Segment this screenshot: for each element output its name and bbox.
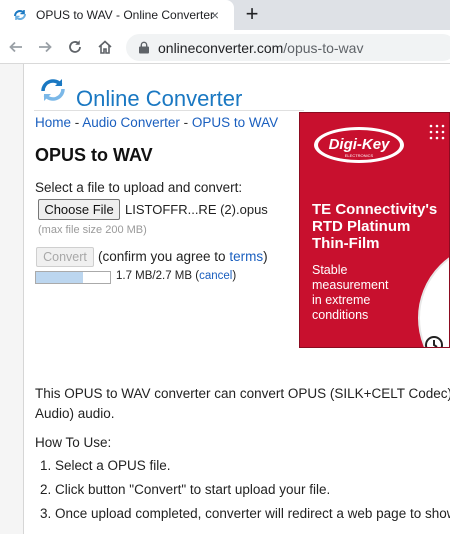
- cancel-upload-link[interactable]: cancel: [199, 270, 232, 282]
- refresh-logo-icon: [41, 79, 65, 101]
- browser-toolbar: onlineconverter.com/opus-to-wav: [0, 30, 450, 64]
- tab-close-icon[interactable]: ×: [206, 6, 224, 24]
- upload-progress-text: 1.7 MB/2.7 MB (cancel): [116, 270, 236, 282]
- url-domain: onlineconverter.com: [158, 40, 284, 56]
- reload-icon[interactable]: [64, 36, 86, 58]
- tab-strip: OPUS to WAV - Online Converter × +: [0, 0, 450, 30]
- choose-file-button[interactable]: Choose File: [38, 199, 120, 220]
- confirm-suffix: ): [263, 249, 268, 264]
- ad-brand-text: Digi-Key: [329, 136, 391, 153]
- advertisement-banner[interactable]: Digi-Key ELECTRONICS TE Connectivity's R…: [299, 112, 450, 348]
- ad-body-line: measurement: [312, 278, 389, 292]
- ad-body-line: Stable: [312, 263, 348, 277]
- breadcrumb-audio-link[interactable]: Audio Converter: [82, 115, 180, 130]
- list-item: 2. Click button "Convert" to start uploa…: [40, 482, 331, 497]
- lock-icon: [139, 41, 149, 54]
- convert-button[interactable]: Convert: [36, 247, 94, 267]
- address-bar[interactable]: onlineconverter.com/opus-to-wav: [126, 34, 450, 61]
- ad-headline-line: Thin-Film: [312, 235, 380, 252]
- ad-body-line: conditions: [312, 308, 369, 322]
- select-file-prompt: Select a file to upload and convert:: [35, 180, 243, 195]
- progress-close-paren: ): [232, 270, 237, 282]
- ad-product-circle: [418, 243, 449, 347]
- breadcrumb-separator: -: [179, 115, 192, 130]
- confirm-prefix: (confirm you agree to: [98, 249, 230, 264]
- ad-headline-line: RTD Platinum: [312, 218, 411, 235]
- ad-headline: TE Connectivity's RTD Platinum Thin-Film: [312, 201, 437, 252]
- page-content: Online Converter Home - Audio Converter …: [0, 64, 450, 534]
- breadcrumb-current-link[interactable]: OPUS to WAV: [192, 115, 278, 130]
- ad-dots-pattern: [429, 124, 445, 140]
- left-gutter: [0, 64, 24, 534]
- forward-arrow-icon[interactable]: [34, 36, 56, 58]
- ad-body: Stable measurement in extreme conditions: [312, 263, 388, 323]
- max-file-size-note: (max file size 200 MB): [38, 224, 147, 236]
- ad-brand-subtext: ELECTRONICS: [345, 153, 374, 158]
- how-to-heading: How To Use:: [35, 435, 112, 450]
- tab-title: OPUS to WAV - Online Converter: [36, 8, 215, 22]
- page-title: OPUS to WAV: [35, 145, 153, 165]
- header-divider: [34, 110, 304, 111]
- confirm-terms-text: (confirm you agree to terms): [98, 249, 268, 264]
- clock-icon: [425, 336, 443, 347]
- digikey-logo: Digi-Key ELECTRONICS: [314, 127, 404, 163]
- url-text: onlineconverter.com/opus-to-wav: [158, 40, 363, 56]
- logo-text: Online Converter: [76, 86, 243, 111]
- new-tab-button[interactable]: +: [240, 2, 264, 26]
- upload-progress-bar: [35, 271, 111, 284]
- url-path: /opus-to-wav: [283, 40, 364, 56]
- breadcrumb-home-link[interactable]: Home: [35, 115, 71, 130]
- browser-tab[interactable]: OPUS to WAV - Online Converter ×: [0, 0, 234, 30]
- converter-favicon-icon: [14, 10, 26, 20]
- breadcrumb-separator: -: [71, 115, 83, 130]
- terms-link[interactable]: terms: [229, 249, 263, 264]
- back-arrow-icon[interactable]: [5, 36, 27, 58]
- breadcrumb: Home - Audio Converter - OPUS to WAV: [35, 115, 278, 130]
- list-item: 1. Select a OPUS file.: [40, 458, 171, 473]
- converter-description: This OPUS to WAV converter can convert O…: [35, 384, 450, 424]
- description-line: Audio) audio.: [35, 406, 115, 421]
- ad-body-line: in extreme: [312, 293, 371, 307]
- how-to-steps: 1. Select a OPUS file. 2. Click button "…: [40, 458, 450, 530]
- ad-headline-line: TE Connectivity's: [312, 201, 438, 218]
- description-line: This OPUS to WAV converter can convert O…: [35, 386, 450, 401]
- upload-progress-fill: [36, 272, 83, 283]
- home-icon[interactable]: [94, 36, 116, 58]
- selected-file-name: LISTOFFR...RE (2).opus: [125, 202, 268, 217]
- list-item: 3. Once upload completed, converter will…: [40, 506, 450, 521]
- progress-amount: 1.7 MB/2.7 MB (: [116, 270, 200, 282]
